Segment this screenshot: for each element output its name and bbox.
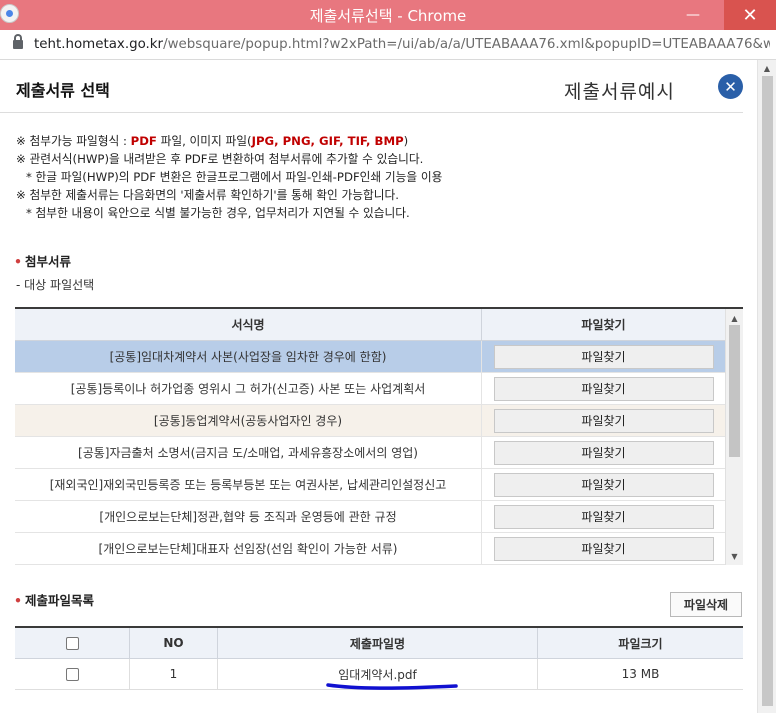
example-documents-title: 제출서류예시 bbox=[564, 81, 675, 103]
form-name-cell: [공통]등록이나 허가업종 영위시 그 허가(신고증) 사본 또는 사업계획서 bbox=[15, 373, 482, 404]
notice-line-hwp: ※ 관련서식(HWP)을 내려받은 후 PDF로 변환하여 첨부서류에 추가할 … bbox=[16, 152, 424, 166]
table-row[interactable]: [개인으로보는단체]정관,협약 등 조직과 운영등에 관한 규정 파일찾기 bbox=[15, 501, 725, 533]
window-titlebar: 제출서류선택 - Chrome — ✕ bbox=[0, 0, 776, 30]
close-icon: ✕ bbox=[724, 77, 737, 96]
col-header-file-find: 파일찾기 bbox=[581, 318, 626, 332]
attach-section-title: • 첨부서류 bbox=[14, 254, 72, 269]
page-scroll-up-icon[interactable]: ▲ bbox=[758, 61, 776, 75]
file-find-button[interactable]: 파일찾기 bbox=[493, 440, 714, 465]
delete-file-button[interactable]: 파일삭제 bbox=[670, 592, 742, 617]
page-scrollbar[interactable]: ▲ bbox=[757, 60, 776, 713]
file-find-button[interactable]: 파일찾기 bbox=[493, 376, 714, 401]
page-title: 제출서류 선택 bbox=[16, 81, 110, 100]
window-close-button[interactable]: ✕ bbox=[724, 0, 776, 30]
file-select-checkbox[interactable] bbox=[65, 667, 79, 681]
minimize-button[interactable]: — bbox=[670, 0, 716, 30]
document-rows: [공통]임대차계약서 사본(사업장을 임차한 경우에 한함) 파일찾기 [공통]… bbox=[15, 341, 725, 565]
document-table-scrollbar[interactable]: ▲ ▼ bbox=[725, 309, 743, 565]
document-table: 서식명 파일찾기 [공통]임대차계약서 사본(사업장을 임차한 경우에 한함) … bbox=[15, 307, 743, 565]
notice-line-formats: ※ 첨부가능 파일형식 : PDF 파일, 이미지 파일(JPG, PNG, G… bbox=[16, 134, 409, 148]
submit-section-title: • 제출파일목록 bbox=[14, 593, 95, 608]
page-scrollbar-thumb[interactable] bbox=[762, 76, 773, 706]
file-find-button[interactable]: 파일찾기 bbox=[493, 344, 714, 369]
url-host: teht.hometax.go.kr bbox=[34, 37, 164, 52]
file-find-button[interactable]: 파일찾기 bbox=[493, 536, 714, 561]
submitted-file-table: NO 제출파일명 파일크기 1 임대계약서.pdf 13 MB bbox=[15, 626, 743, 690]
col-header-form-name: 서식명 bbox=[15, 309, 482, 340]
col-header-file-size: 파일크기 bbox=[618, 636, 663, 651]
table-row[interactable]: [공통]임대차계약서 사본(사업장을 임차한 경우에 한함) 파일찾기 bbox=[15, 341, 725, 373]
handwritten-underline-mark bbox=[326, 683, 458, 690]
form-name-cell: [공통]동업계약서(공동사업자인 경우) bbox=[15, 405, 482, 436]
document-table-header: 서식명 파일찾기 bbox=[15, 309, 725, 341]
table-row[interactable]: [재외국인]재외국민등록증 또는 등록부등본 또는 여권사본, 납세관리인설정신… bbox=[15, 469, 725, 501]
form-name-cell: [공통]자금출처 소명서(금지금 도/소매업, 과세유흥장소에서의 영업) bbox=[15, 437, 482, 468]
notice-line-delay: * 첨부한 내용이 육안으로 식별 불가능한 경우, 업무처리가 지연될 수 있… bbox=[26, 206, 410, 220]
header-divider bbox=[0, 112, 743, 113]
file-size-cell: 13 MB bbox=[621, 667, 660, 681]
file-find-button[interactable]: 파일찾기 bbox=[493, 504, 714, 529]
col-header-no: NO bbox=[130, 628, 218, 658]
select-all-checkbox[interactable] bbox=[65, 636, 79, 650]
col-header-file-name: 제출파일명 bbox=[218, 628, 538, 658]
popup-close-button[interactable]: ✕ bbox=[718, 74, 743, 99]
notice-line-hwp-convert: * 한글 파일(HWP)의 PDF 변환은 한글프로그램에서 파일-인쇄-PDF… bbox=[26, 170, 443, 184]
scrollbar-thumb[interactable] bbox=[729, 325, 740, 457]
file-table-header: NO 제출파일명 파일크기 bbox=[15, 628, 743, 659]
file-find-button[interactable]: 파일찾기 bbox=[493, 472, 714, 497]
form-name-cell: [재외국인]재외국민등록증 또는 등록부등본 또는 여권사본, 납세관리인설정신… bbox=[15, 469, 482, 500]
file-no-cell: 1 bbox=[130, 659, 218, 689]
address-bar[interactable]: teht.hometax.go.kr/websquare/popup.html?… bbox=[0, 30, 776, 60]
form-name-cell: [개인으로보는단체]대표자 선임장(선임 확인이 가능한 서류) bbox=[15, 533, 482, 564]
target-file-select-label: - 대상 파일선택 bbox=[16, 278, 95, 292]
table-row[interactable]: [공통]동업계약서(공동사업자인 경우) 파일찾기 bbox=[15, 405, 725, 437]
scroll-down-arrow-icon[interactable]: ▼ bbox=[726, 549, 743, 563]
form-name-cell: [공통]임대차계약서 사본(사업장을 임차한 경우에 한함) bbox=[15, 341, 482, 372]
table-row[interactable]: [개인으로보는단체]대표자 선임장(선임 확인이 가능한 서류) 파일찾기 bbox=[15, 533, 725, 565]
file-find-button[interactable]: 파일찾기 bbox=[493, 408, 714, 433]
notice-line-confirm: ※ 첨부한 제출서류는 다음화면의 '제출서류 확인하기'를 통해 확인 가능합… bbox=[16, 188, 399, 202]
window-title: 제출서류선택 - Chrome bbox=[309, 7, 467, 25]
scroll-up-arrow-icon[interactable]: ▲ bbox=[726, 311, 743, 325]
url-path: /websquare/popup.html?w2xPath=/ui/ab/a/a… bbox=[163, 37, 770, 52]
form-name-cell: [개인으로보는단체]정관,협약 등 조직과 운영등에 관한 규정 bbox=[15, 501, 482, 532]
url-text[interactable]: teht.hometax.go.kr/websquare/popup.html?… bbox=[34, 37, 770, 52]
table-row[interactable]: [공통]자금출처 소명서(금지금 도/소매업, 과세유흥장소에서의 영업) 파일… bbox=[15, 437, 725, 469]
notice-block: ※ 첨부가능 파일형식 : PDF 파일, 이미지 파일(JPG, PNG, G… bbox=[16, 132, 736, 222]
table-row[interactable]: [공통]등록이나 허가업종 영위시 그 허가(신고증) 사본 또는 사업계획서 … bbox=[15, 373, 725, 405]
lock-icon bbox=[13, 34, 23, 49]
